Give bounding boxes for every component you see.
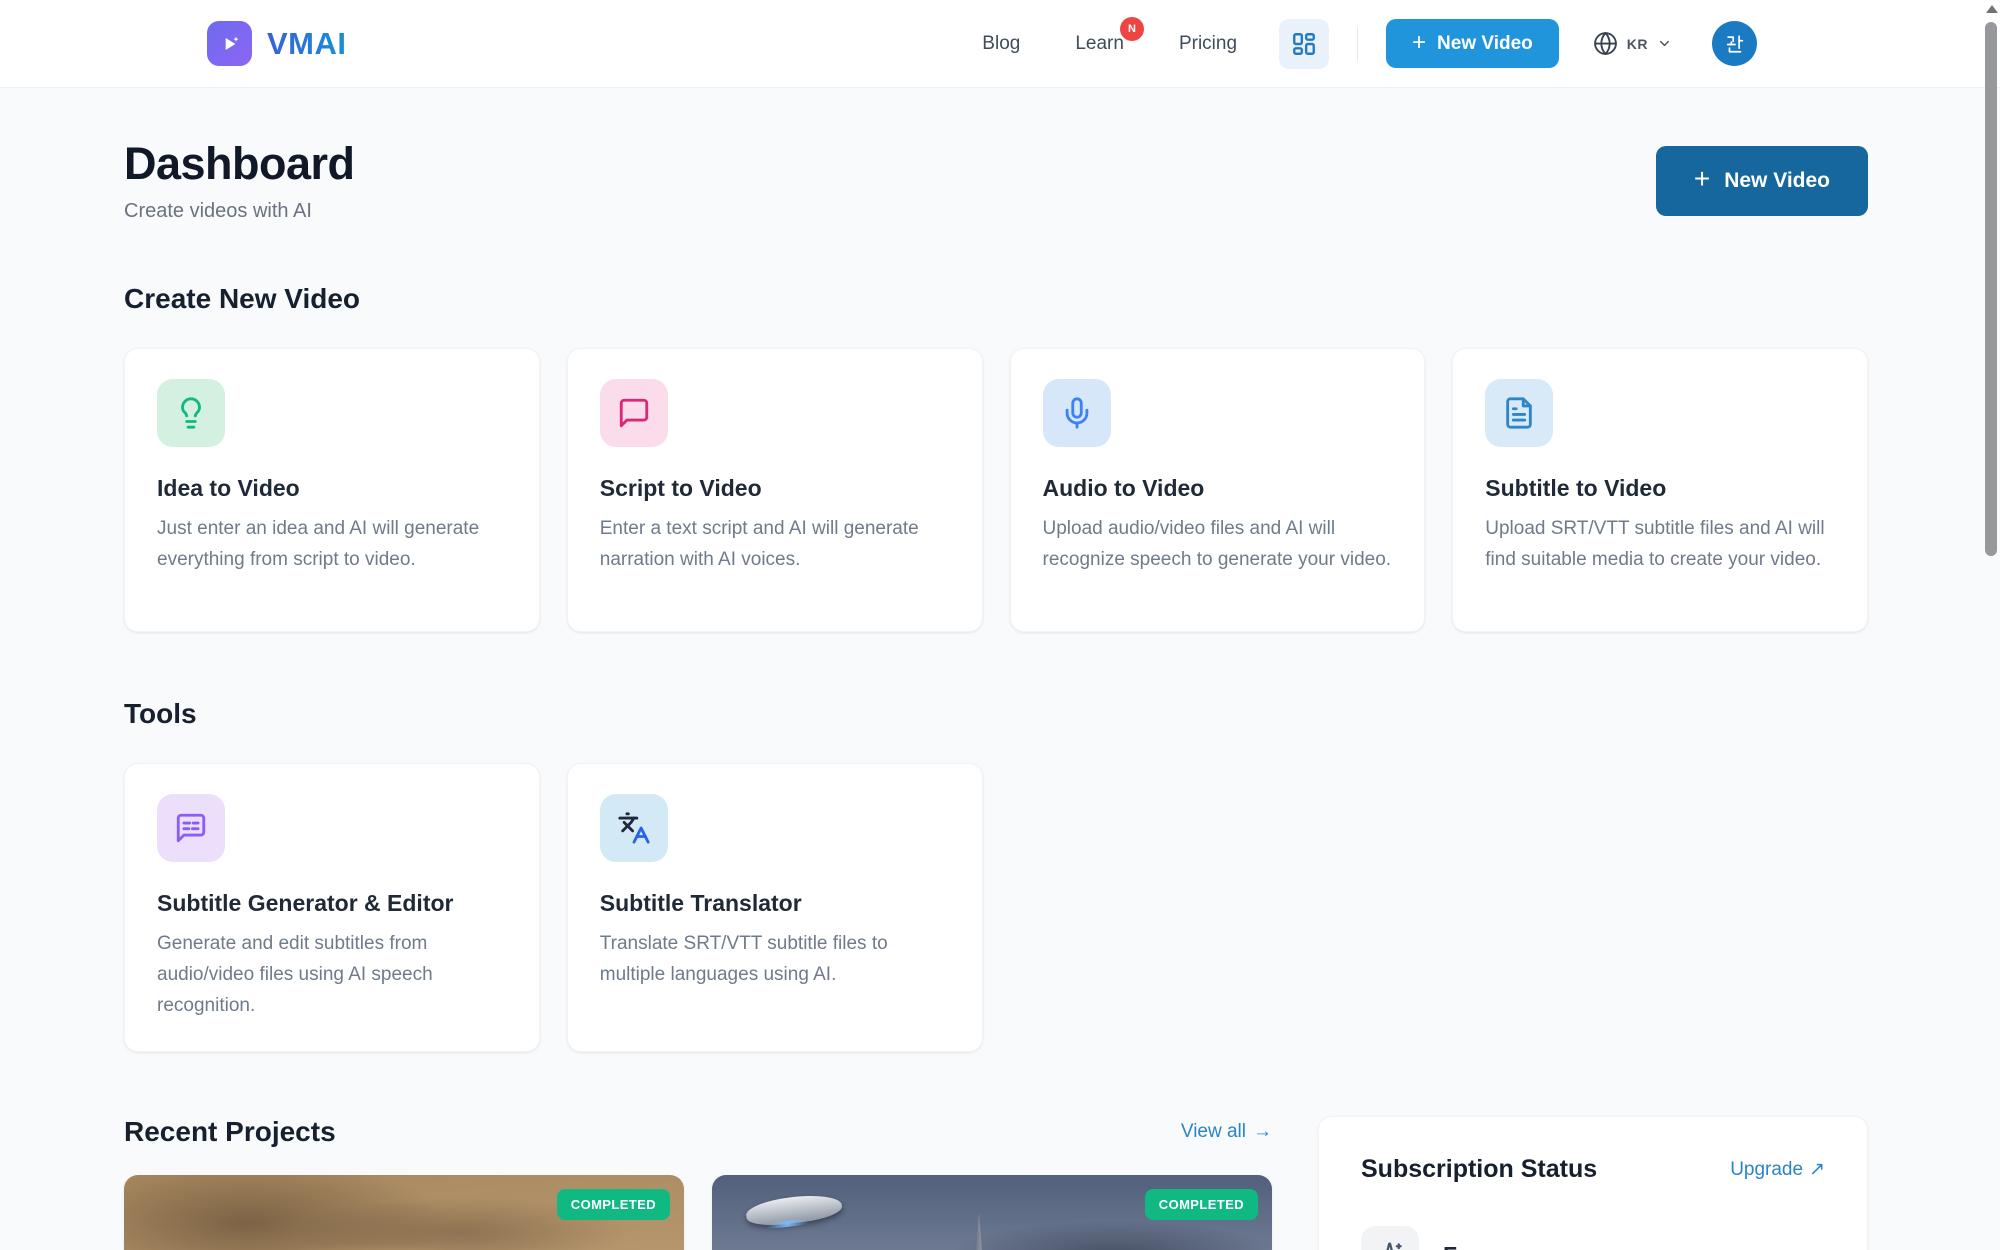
scrollbar: [1983, 0, 2000, 1250]
project-card-sunset[interactable]: COMPLETED: [124, 1175, 684, 1250]
brand-name: VMAI: [267, 26, 347, 62]
page-title: Dashboard: [124, 138, 355, 190]
scrollbar-thumb[interactable]: [1985, 22, 1997, 556]
card-subtitle-to-video[interactable]: Subtitle to Video Upload SRT/VTT subtitl…: [1452, 348, 1868, 632]
project-thumbnail-scifi-city: COMPLETED: [712, 1175, 1272, 1250]
microphone-icon: [1043, 379, 1111, 447]
project-thumbnail-sunset: COMPLETED: [124, 1175, 684, 1250]
dashboard-grid-button[interactable]: [1279, 19, 1329, 69]
card-subtitle-translator[interactable]: Subtitle Translator Translate SRT/VTT su…: [567, 763, 983, 1052]
status-badge: COMPLETED: [1145, 1189, 1258, 1220]
layout-grid-icon: [1291, 31, 1317, 57]
header-divider: [1357, 27, 1358, 61]
document-icon: [1485, 379, 1553, 447]
header-right-group: Blog Learn N Pricing + Ne: [982, 19, 1757, 69]
plan-name: Free: [1443, 1242, 1492, 1250]
scroll-up-arrow-icon[interactable]: [1986, 5, 1998, 13]
subscription-section: Subscription Status Upgrade ↗ Fre: [1318, 1116, 1868, 1250]
nav-item-pricing[interactable]: Pricing: [1179, 33, 1237, 55]
create-section: Create New Video Idea to Video Just ente…: [124, 283, 1868, 632]
captions-icon: [157, 794, 225, 862]
arrow-up-right-icon: ↗: [1809, 1158, 1825, 1181]
subscription-card: Subscription Status Upgrade ↗ Fre: [1318, 1116, 1868, 1250]
nav-item-learn[interactable]: Learn N: [1075, 33, 1124, 55]
tools-section-title: Tools: [124, 698, 1868, 730]
new-video-button-page[interactable]: + New Video: [1656, 146, 1868, 216]
project-card-scifi-city[interactable]: COMPLETED: [712, 1175, 1272, 1250]
chevron-down-icon: [1657, 36, 1672, 51]
new-video-button-header[interactable]: + New Video: [1386, 19, 1559, 68]
brand-logo[interactable]: VMAI: [207, 21, 347, 66]
lightbulb-icon: [157, 379, 225, 447]
card-audio-to-video[interactable]: Audio to Video Upload audio/video files …: [1010, 348, 1426, 632]
language-code: KR: [1627, 36, 1648, 52]
translate-icon: [600, 794, 668, 862]
play-logo-icon: [207, 21, 252, 66]
globe-icon: [1593, 31, 1618, 56]
language-selector[interactable]: KR: [1593, 31, 1672, 56]
new-badge: N: [1120, 17, 1144, 41]
tower-spire-shape: [964, 1212, 994, 1250]
status-badge: COMPLETED: [557, 1189, 670, 1220]
card-subtitle-generator[interactable]: Subtitle Generator & Editor Generate and…: [124, 763, 540, 1052]
nav-item-blog[interactable]: Blog: [982, 33, 1020, 55]
recent-projects-section: Recent Projects View all → COMPLETED: [124, 1116, 1272, 1250]
main-nav: Blog Learn N Pricing: [982, 33, 1237, 55]
main-content: Dashboard Create videos with AI + New Vi…: [0, 138, 2000, 1250]
avatar[interactable]: [1712, 21, 1757, 66]
subscription-title: Subscription Status: [1361, 1155, 1597, 1184]
card-script-to-video[interactable]: Script to Video Enter a text script and …: [567, 348, 983, 632]
page-header-row: Dashboard Create videos with AI + New Vi…: [124, 138, 1868, 223]
upgrade-link[interactable]: Upgrade ↗: [1730, 1158, 1825, 1181]
plus-icon: +: [1412, 31, 1426, 55]
card-idea-to-video[interactable]: Idea to Video Just enter an idea and AI …: [124, 348, 540, 632]
tools-section: Tools Subtitle Generator & Editor Genera…: [124, 698, 1868, 1052]
sparkles-icon: [1361, 1226, 1419, 1250]
arrow-right-icon: →: [1253, 1121, 1272, 1143]
page-subtitle: Create videos with AI: [124, 200, 355, 223]
spaceship-shape: [744, 1191, 842, 1229]
view-all-link[interactable]: View all →: [1181, 1121, 1272, 1143]
bottom-row: Recent Projects View all → COMPLETED: [124, 1116, 1868, 1250]
plus-icon: +: [1694, 165, 1710, 193]
app-header: VMAI Blog Learn N Pricing: [0, 0, 2000, 88]
recent-projects-title: Recent Projects: [124, 1116, 336, 1148]
message-bubble-icon: [600, 379, 668, 447]
create-section-title: Create New Video: [124, 283, 1868, 315]
avatar-initial-icon: [1724, 33, 1746, 55]
